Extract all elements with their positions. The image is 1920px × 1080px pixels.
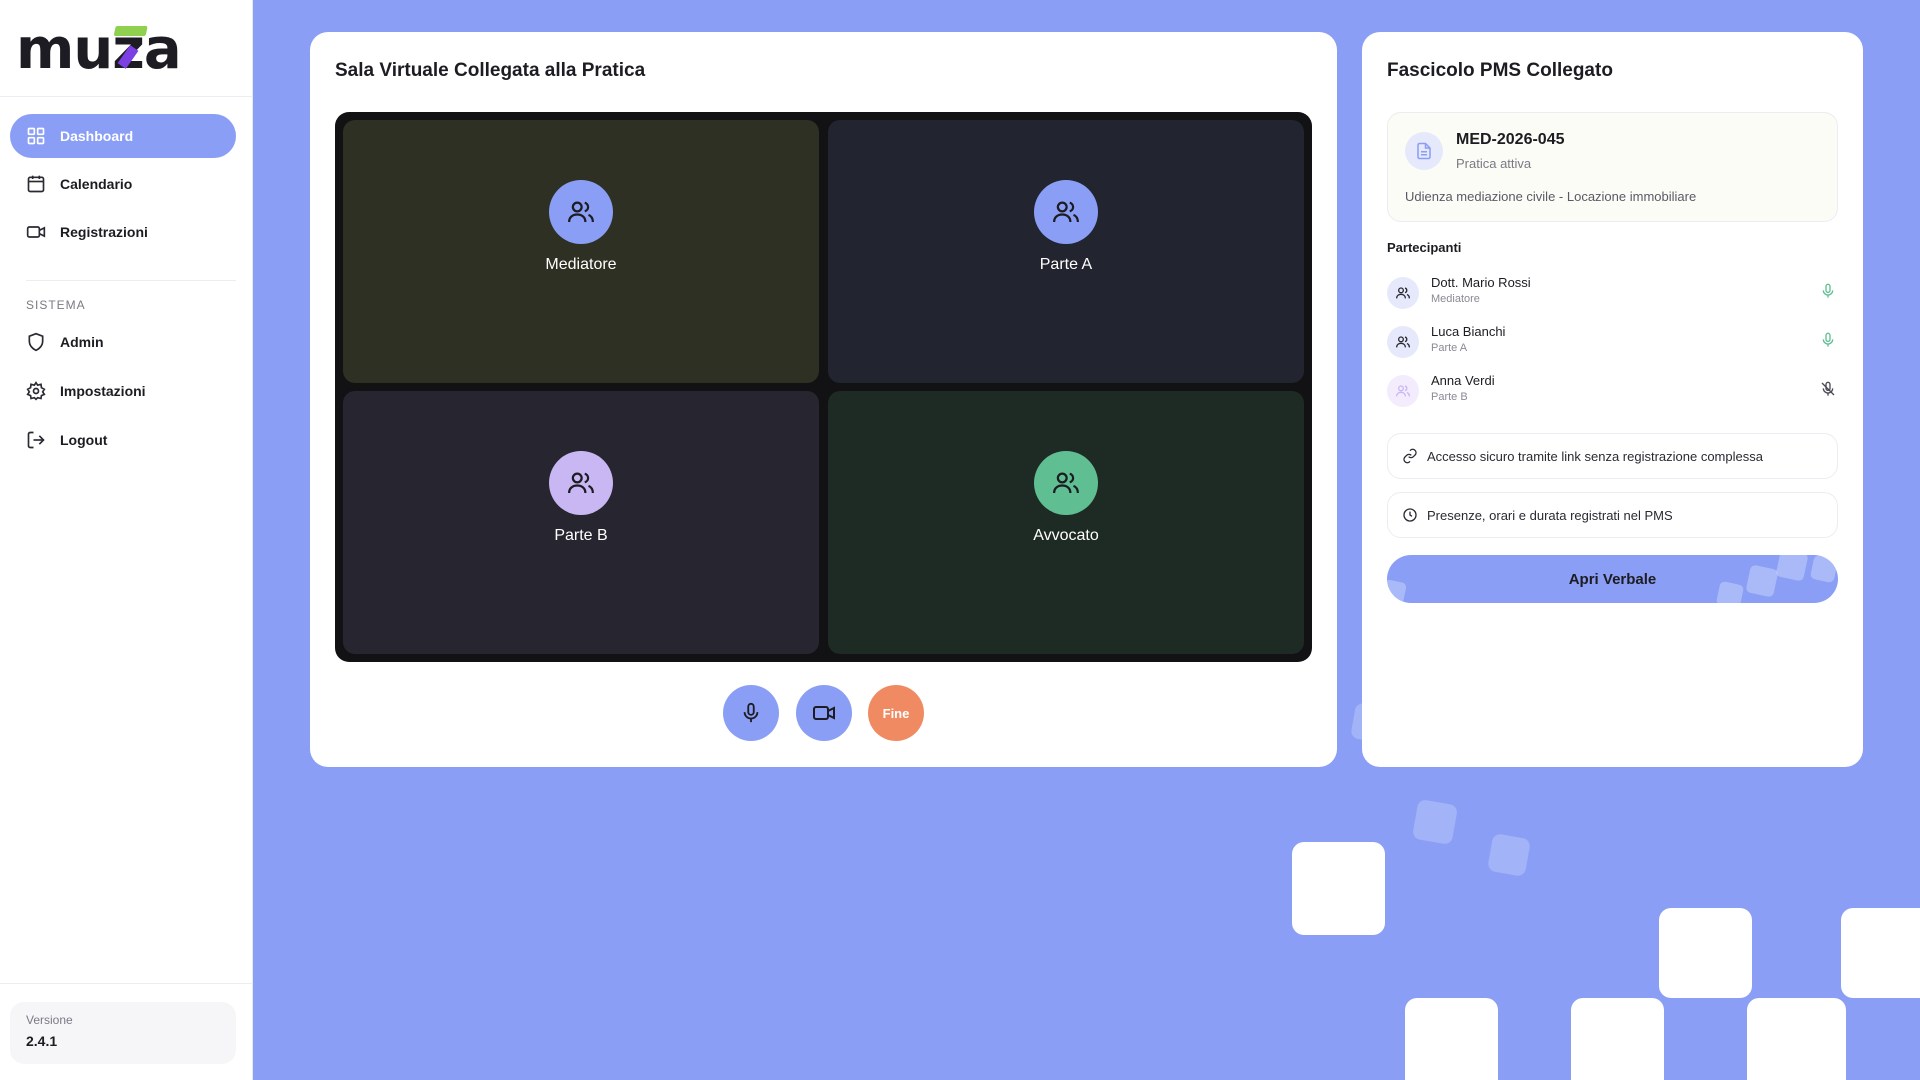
- tile-name: Avvocato: [1033, 526, 1099, 544]
- tile-name: Parte B: [554, 526, 608, 544]
- shield-icon: [26, 332, 46, 352]
- case-file-card: Fascicolo PMS Collegato MED-2026-045 Pra…: [1362, 32, 1863, 767]
- case-status: Pratica attiva: [1456, 156, 1532, 171]
- muza-logo[interactable]: muza: [16, 20, 212, 78]
- mic-toggle-button[interactable]: [723, 685, 779, 741]
- decor-square: [1486, 832, 1532, 878]
- video-icon: [26, 222, 46, 242]
- info-text: Presenze, orari e durata registrati nel …: [1427, 507, 1673, 523]
- grid-icon: [26, 126, 46, 146]
- section-label-sistema: SISTEMA: [26, 298, 86, 312]
- version-label: Versione: [26, 1013, 73, 1027]
- decor-square: [1292, 842, 1385, 935]
- video-camera-icon: [812, 701, 836, 725]
- case-id: MED-2026-045: [1456, 131, 1565, 148]
- video-room-card: Sala Virtuale Collegata alla Pratica Med…: [310, 32, 1337, 767]
- sidebar-item-calendario[interactable]: Calendario: [10, 162, 236, 206]
- participant-row[interactable]: Anna Verdi Parte B: [1387, 371, 1838, 411]
- end-call-button[interactable]: Fine: [868, 685, 924, 741]
- tile-name: Parte A: [1039, 255, 1093, 273]
- decor-square: [1841, 908, 1920, 998]
- participant-name: Dott. Mario Rossi: [1431, 275, 1531, 290]
- decor-square: [1411, 798, 1459, 846]
- user-icon: [1387, 277, 1419, 309]
- case-description: Udienza mediazione civile - Locazione im…: [1405, 189, 1697, 204]
- button-decor: [1745, 564, 1779, 598]
- logo-divider: [0, 96, 253, 97]
- button-decor: [1775, 555, 1809, 582]
- participant-name: Luca Bianchi: [1431, 324, 1506, 339]
- participant-role: Mediatore: [1431, 293, 1480, 305]
- button-label: Apri Verbale: [1568, 570, 1657, 588]
- mic-on-icon: [1820, 283, 1838, 301]
- case-file-title: Fascicolo PMS Collegato: [1387, 60, 1613, 81]
- camera-toggle-button[interactable]: [796, 685, 852, 741]
- nav-divider: [26, 280, 236, 281]
- video-grid: Mediatore Parte A Parte B Avvocato: [335, 112, 1312, 662]
- info-text: Accesso sicuro tramite link senza regist…: [1427, 448, 1763, 464]
- version-value: 2.4.1: [26, 1033, 58, 1049]
- sidebar-item-registrazioni[interactable]: Registrazioni: [10, 210, 236, 254]
- video-tile-avvocato[interactable]: Avvocato: [828, 391, 1304, 654]
- participant-row[interactable]: Luca Bianchi Parte A: [1387, 322, 1838, 362]
- sidebar-item-dashboard[interactable]: Dashboard: [10, 114, 236, 158]
- gear-icon: [26, 381, 46, 401]
- participants-icon: [1034, 450, 1098, 515]
- sidebar-item-label: Registrazioni: [60, 224, 148, 240]
- decor-square: [1747, 998, 1846, 1080]
- logo-wordmark: muza: [16, 20, 181, 78]
- participant-role: Parte B: [1431, 391, 1468, 403]
- mic-on-icon: [1820, 332, 1838, 350]
- sidebar-item-label: Logout: [60, 432, 108, 448]
- secure-access-info: Accesso sicuro tramite link senza regist…: [1387, 433, 1838, 479]
- user-icon: [1387, 326, 1419, 358]
- participants-icon: [549, 179, 613, 244]
- document-icon: [1405, 132, 1443, 170]
- sidebar-item-label: Calendario: [60, 176, 133, 192]
- version-divider: [0, 983, 253, 984]
- sidebar: muza Dashboard Calendario Registrazioni …: [0, 0, 253, 1080]
- participant-name: Anna Verdi: [1431, 373, 1495, 388]
- participant-role: Parte A: [1431, 342, 1468, 354]
- button-decor: [1387, 578, 1408, 603]
- version-box: Versione 2.4.1: [10, 1002, 236, 1064]
- sidebar-item-logout[interactable]: Logout: [10, 418, 236, 462]
- video-tile-parte-a[interactable]: Parte A: [828, 120, 1304, 383]
- button-decor: [1715, 580, 1745, 603]
- sidebar-item-label: Dashboard: [60, 128, 134, 144]
- microphone-icon: [740, 702, 762, 724]
- button-decor: [1809, 555, 1838, 584]
- video-tile-mediatore[interactable]: Mediatore: [343, 120, 819, 383]
- participants-title: Partecipanti: [1387, 240, 1462, 255]
- decor-square: [1659, 908, 1752, 998]
- sidebar-item-label: Impostazioni: [60, 383, 146, 399]
- calendar-icon: [26, 174, 46, 194]
- participant-row[interactable]: Dott. Mario Rossi Mediatore: [1387, 273, 1838, 313]
- decor-square: [1405, 998, 1498, 1080]
- attendance-info: Presenze, orari e durata registrati nel …: [1387, 492, 1838, 538]
- open-minutes-button[interactable]: Apri Verbale: [1387, 555, 1838, 603]
- case-summary[interactable]: MED-2026-045 Pratica attiva Udienza medi…: [1387, 112, 1838, 222]
- sidebar-item-admin[interactable]: Admin: [10, 320, 236, 364]
- decor-square: [1571, 998, 1664, 1080]
- participants-icon: [1034, 179, 1098, 244]
- link-icon: [1402, 448, 1418, 464]
- video-room-title: Sala Virtuale Collegata alla Pratica: [335, 60, 646, 81]
- logo-accent-green: [113, 26, 148, 36]
- logout-icon: [26, 430, 46, 450]
- user-icon: [1387, 375, 1419, 407]
- sidebar-item-label: Admin: [60, 334, 104, 350]
- tile-name: Mediatore: [545, 255, 617, 273]
- sidebar-item-impostazioni[interactable]: Impostazioni: [10, 369, 236, 413]
- video-tile-parte-b[interactable]: Parte B: [343, 391, 819, 654]
- clock-icon: [1402, 507, 1418, 523]
- mic-off-icon: [1820, 381, 1838, 399]
- participants-icon: [549, 450, 613, 515]
